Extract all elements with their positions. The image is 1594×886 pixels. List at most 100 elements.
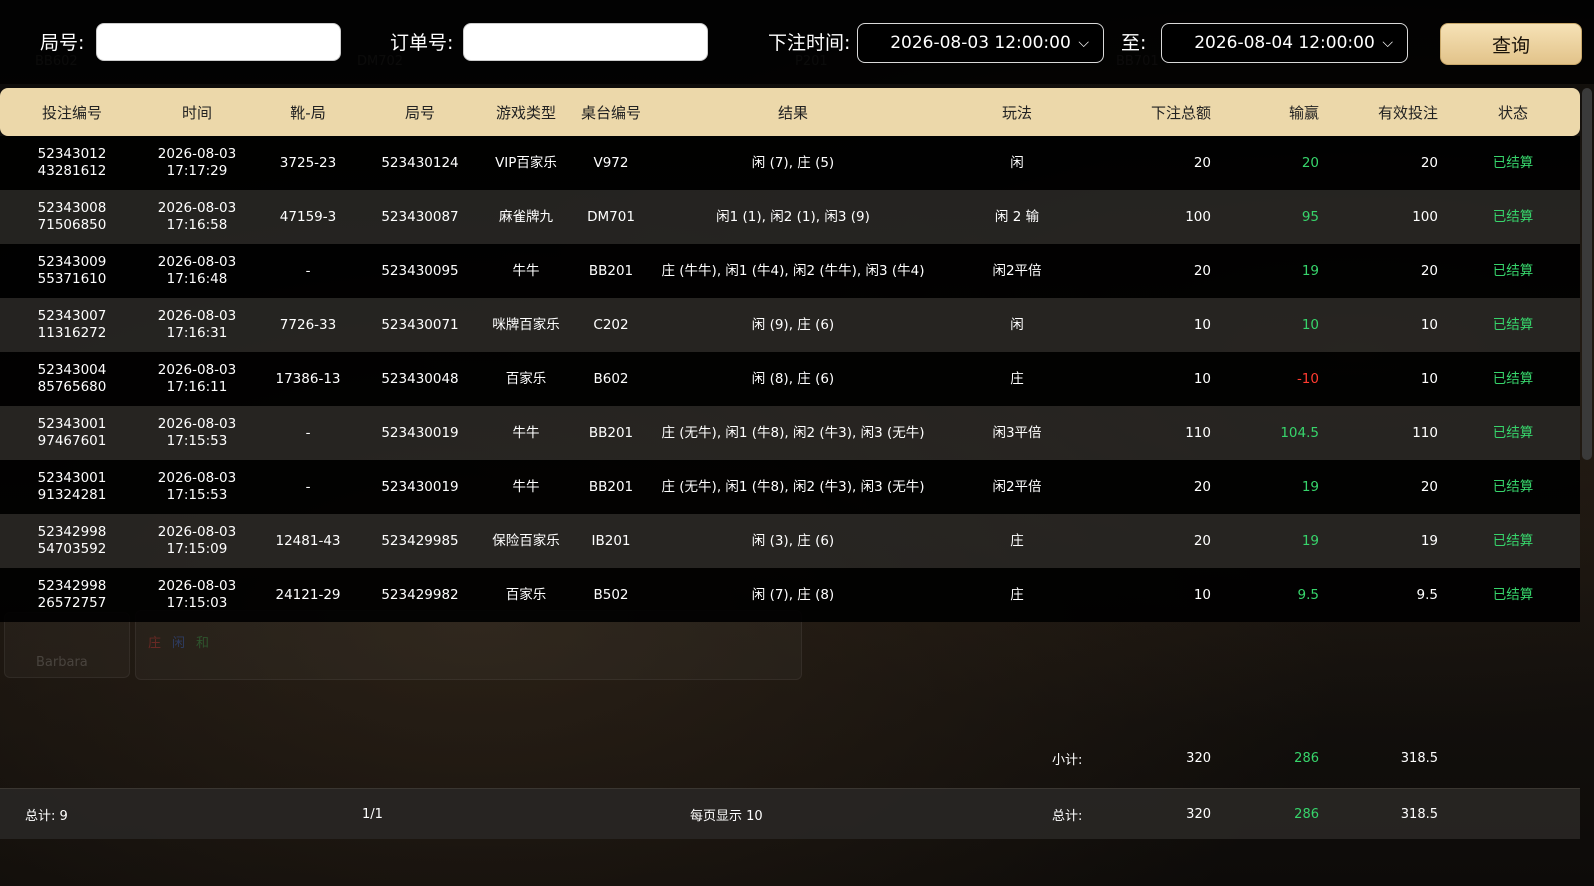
cell-bet-id-id-line1: 52342998 bbox=[37, 524, 107, 540]
query-button[interactable]: 查询 bbox=[1440, 23, 1582, 65]
cell-round: 523430095 bbox=[381, 262, 459, 279]
end-time-value: 2026-08-04 12:00:00 bbox=[1194, 33, 1375, 53]
cell-bet-id: 52343007 11316272 bbox=[22, 298, 122, 352]
cell-status: 已结算 bbox=[1492, 370, 1534, 387]
cell-time-date: 2026-08-03 bbox=[157, 254, 237, 270]
subtotal-win: 286 bbox=[1294, 750, 1319, 766]
cell-time: 2026-08-03 17:16:31 bbox=[147, 298, 247, 352]
cell-time: 2026-08-03 17:17:29 bbox=[147, 136, 247, 190]
cell-result: 闲1 (1), 闲2 (1), 闲3 (9) bbox=[716, 208, 870, 225]
start-time-select[interactable]: 2026-08-03 12:00:00 ⌵ bbox=[857, 23, 1104, 63]
cell-status: 已结算 bbox=[1492, 316, 1534, 333]
table-row[interactable]: 52342998 26572757 2026-08-03 17:15:03 24121-… bbox=[0, 568, 1580, 622]
cell-time-time: 17:15:53 bbox=[166, 487, 228, 503]
per-page-select[interactable]: 每页显示 10 bbox=[690, 789, 763, 839]
cell-shoe: 17386-13 bbox=[275, 370, 341, 387]
total-bet: 320 bbox=[1186, 806, 1211, 822]
cell-valid-bet: 10 bbox=[1420, 370, 1438, 387]
cell-win-loss: 19 bbox=[1301, 478, 1319, 495]
cell-table-id: C202 bbox=[593, 316, 629, 333]
cell-shoe: 12481-43 bbox=[275, 532, 341, 549]
cell-table-id: IB201 bbox=[591, 532, 631, 549]
cell-time-date: 2026-08-03 bbox=[157, 200, 237, 216]
cell-result: 闲 (3), 庄 (6) bbox=[751, 532, 835, 549]
table-row[interactable]: 52343001 97467601 2026-08-03 17:15:53 - 52343… bbox=[0, 406, 1580, 460]
table-row[interactable]: 52343004 85765680 2026-08-03 17:16:11 17386-… bbox=[0, 352, 1580, 406]
cell-time: 2026-08-03 17:15:09 bbox=[147, 514, 247, 568]
cell-result: 闲 (7), 庄 (8) bbox=[751, 586, 835, 603]
cell-win-loss: 20 bbox=[1301, 154, 1319, 171]
cell-bet-id: 52342998 54703592 bbox=[22, 514, 122, 568]
cell-round: 523430019 bbox=[381, 478, 459, 495]
cell-play: 庄 bbox=[1010, 586, 1024, 603]
round-input[interactable] bbox=[96, 23, 341, 61]
bet-time-label: 下注时间: bbox=[768, 32, 851, 54]
cell-bet-id-id-line2: 11316272 bbox=[37, 325, 107, 341]
cell-time: 2026-08-03 17:15:03 bbox=[147, 568, 247, 622]
cell-time-time: 17:15:09 bbox=[166, 541, 228, 557]
cell-bet-total: 100 bbox=[1185, 208, 1211, 225]
table-row[interactable]: 52343007 11316272 2026-08-03 17:16:31 7726-3… bbox=[0, 298, 1580, 352]
cell-bet-id-id-line1: 52343001 bbox=[37, 416, 107, 432]
cell-status: 已结算 bbox=[1492, 586, 1534, 603]
cell-win-loss: 9.5 bbox=[1297, 586, 1319, 603]
order-input[interactable] bbox=[463, 23, 708, 61]
cell-table-id: V972 bbox=[593, 154, 629, 171]
bg-label: 庄 bbox=[148, 636, 162, 651]
cell-time-date: 2026-08-03 bbox=[157, 578, 237, 594]
cell-valid-bet: 10 bbox=[1420, 316, 1438, 333]
cell-bet-total: 110 bbox=[1185, 424, 1211, 441]
cell-round: 523430087 bbox=[381, 208, 459, 225]
cell-shoe: 24121-29 bbox=[275, 586, 341, 603]
header-status: 状态 bbox=[1497, 103, 1528, 122]
bg-label: Barbara bbox=[36, 655, 88, 670]
cell-play: 庄 bbox=[1010, 532, 1024, 549]
cell-shoe: - bbox=[305, 262, 311, 279]
table-row[interactable]: 52343009 55371610 2026-08-03 17:16:48 - 52343… bbox=[0, 244, 1580, 298]
cell-round: 523429985 bbox=[381, 532, 459, 549]
cell-bet-id-id-line2: 43281612 bbox=[37, 163, 107, 179]
cell-play: 闲2平倍 bbox=[992, 478, 1042, 495]
end-time-select[interactable]: 2026-08-04 12:00:00 ⌵ bbox=[1161, 23, 1408, 63]
cell-game-type: VIP百家乐 bbox=[495, 154, 557, 171]
total-valid: 318.5 bbox=[1400, 806, 1438, 822]
cell-table-id: B602 bbox=[593, 370, 629, 387]
table-scrollbar[interactable] bbox=[1582, 88, 1592, 460]
cell-status: 已结算 bbox=[1492, 262, 1534, 279]
cell-time-date: 2026-08-03 bbox=[157, 524, 237, 540]
cell-game-type: 百家乐 bbox=[505, 370, 547, 387]
table-row[interactable]: 52343008 71506850 2026-08-03 17:16:58 47159-… bbox=[0, 190, 1580, 244]
cell-shoe: 3725-23 bbox=[279, 154, 337, 171]
chevron-down-icon: ⌵ bbox=[1382, 35, 1393, 51]
bg-label: 闲 bbox=[172, 636, 186, 651]
order-label: 订单号: bbox=[390, 32, 454, 54]
cell-bet-total: 20 bbox=[1193, 532, 1211, 549]
cell-valid-bet: 9.5 bbox=[1416, 586, 1438, 603]
table-row[interactable]: 52343012 43281612 2026-08-03 17:17:29 3725-2… bbox=[0, 136, 1580, 190]
cell-time: 2026-08-03 17:15:53 bbox=[147, 406, 247, 460]
cell-result: 闲 (7), 庄 (5) bbox=[751, 154, 835, 171]
cell-win-loss: 19 bbox=[1301, 532, 1319, 549]
table-row[interactable]: 52343001 91324281 2026-08-03 17:15:53 - 52343… bbox=[0, 460, 1580, 514]
cell-bet-total: 20 bbox=[1193, 154, 1211, 171]
cell-time-date: 2026-08-03 bbox=[157, 308, 237, 324]
cell-valid-bet: 19 bbox=[1420, 532, 1438, 549]
cell-time-date: 2026-08-03 bbox=[157, 362, 237, 378]
cell-status: 已结算 bbox=[1492, 208, 1534, 225]
cell-bet-id-id-line2: 71506850 bbox=[37, 217, 107, 233]
round-label: 局号: bbox=[40, 32, 85, 54]
cell-game-type: 百家乐 bbox=[505, 586, 547, 603]
cell-valid-bet: 110 bbox=[1412, 424, 1438, 441]
cell-win-loss: 104.5 bbox=[1280, 424, 1319, 441]
cell-time-time: 17:15:53 bbox=[166, 433, 228, 449]
cell-bet-id: 52343001 97467601 bbox=[22, 406, 122, 460]
cell-time-time: 17:17:29 bbox=[166, 163, 228, 179]
record-count: 总计: 9 bbox=[25, 808, 68, 824]
cell-bet-id-id-line2: 85765680 bbox=[37, 379, 107, 395]
cell-game-type: 麻雀牌九 bbox=[499, 208, 553, 225]
cell-table-id: BB201 bbox=[588, 424, 634, 441]
cell-win-loss: 95 bbox=[1301, 208, 1319, 225]
cell-bet-id-id-line1: 52343001 bbox=[37, 470, 107, 486]
table-row[interactable]: 52342998 54703592 2026-08-03 17:15:09 12481-… bbox=[0, 514, 1580, 568]
page-indicator[interactable]: 1/1 bbox=[362, 789, 383, 839]
